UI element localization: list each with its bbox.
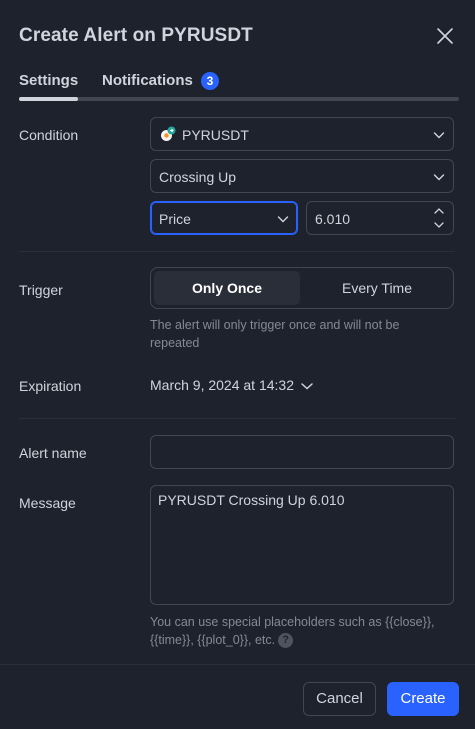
trigger-hint: The alert will only trigger once and wil…	[150, 316, 399, 352]
value-text: 6.010	[315, 211, 351, 227]
cancel-button[interactable]: Cancel	[303, 682, 376, 716]
tab-bar: Settings Notifications 3	[19, 70, 459, 102]
trigger-label: Trigger	[19, 282, 63, 298]
trigger-every-time[interactable]: Every Time	[304, 271, 450, 305]
message-label: Message	[19, 495, 76, 511]
chevron-down-icon	[433, 174, 445, 181]
operator-value: Crossing Up	[159, 169, 237, 185]
expiration-label: Expiration	[19, 378, 82, 394]
message-textarea[interactable]: PYRUSDT Crossing Up 6.010	[150, 485, 454, 605]
chevron-down-icon[interactable]	[300, 381, 314, 391]
footer-divider	[0, 664, 475, 665]
source-select[interactable]: Price	[150, 201, 298, 235]
notifications-count-badge: 3	[201, 72, 219, 90]
trigger-hint-line: repeated	[150, 336, 200, 350]
condition-label: Condition	[19, 127, 79, 143]
message-hint-line: You can use special placeholders such as…	[150, 615, 435, 629]
dialog-title: Create Alert on PYRUSDT	[19, 25, 253, 46]
close-icon[interactable]	[433, 24, 457, 48]
message-hint-line: {{time}}, {{plot_0}}, etc.?	[150, 631, 434, 649]
create-alert-dialog: Create Alert on PYRUSDT Settings Notific…	[0, 0, 475, 729]
create-button[interactable]: Create	[387, 682, 459, 716]
active-tab-indicator	[19, 97, 78, 101]
alert-name-input[interactable]	[150, 435, 454, 469]
message-text: PYRUSDT Crossing Up 6.010	[158, 492, 345, 508]
trigger-hint-line: The alert will only trigger once and wil…	[150, 318, 400, 332]
chevron-down-icon	[277, 216, 289, 223]
symbol-select[interactable]: PYRUSDT	[150, 117, 454, 151]
source-value: Price	[159, 211, 191, 227]
operator-select[interactable]: Crossing Up	[150, 159, 454, 193]
pyr-coin-icon	[161, 126, 176, 141]
tab-track	[19, 97, 459, 101]
question-icon[interactable]: ?	[278, 633, 294, 649]
stepper-icon[interactable]	[433, 205, 445, 231]
message-hint-text: {{time}}, {{plot_0}}, etc.	[150, 633, 276, 647]
tab-notifications[interactable]: Notifications	[102, 72, 193, 89]
divider	[19, 251, 455, 252]
alert-name-label: Alert name	[19, 445, 87, 461]
divider	[19, 418, 455, 419]
tab-settings[interactable]: Settings	[19, 72, 78, 89]
trigger-only-once[interactable]: Only Once	[154, 271, 300, 305]
trigger-toggle: Only Once Every Time	[150, 267, 454, 309]
chevron-down-icon	[433, 132, 445, 139]
value-input[interactable]: 6.010	[306, 201, 454, 235]
symbol-value: PYRUSDT	[182, 127, 249, 143]
message-hint: You can use special placeholders such as…	[150, 613, 434, 649]
expiration-picker[interactable]: March 9, 2024 at 14:32	[150, 377, 294, 393]
